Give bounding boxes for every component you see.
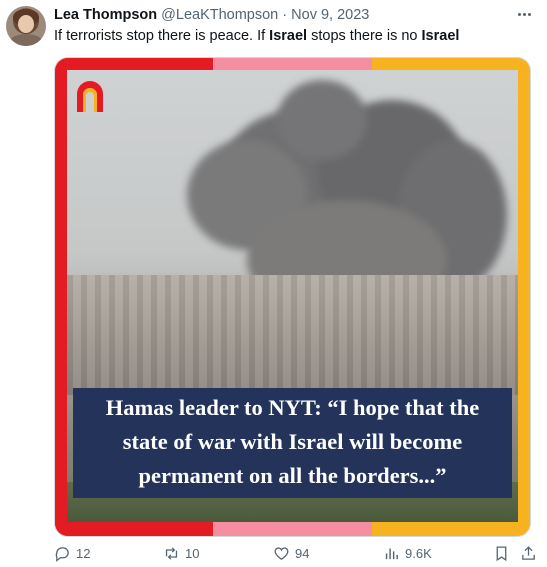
more-options-icon[interactable] [513, 4, 535, 24]
repost-icon [165, 547, 178, 560]
share-icon [522, 546, 535, 560]
tweet-actions: 12 10 94 9.6K [54, 545, 540, 567]
views-chart-icon [385, 548, 398, 560]
frame-bottom-stripe [55, 522, 530, 536]
avatar-face [18, 15, 34, 33]
tweet: Lea Thompson @LeaKThompson · Nov 9, 2023… [0, 0, 547, 567]
ruined-buildings [67, 275, 518, 395]
frame-right-stripe [518, 58, 530, 536]
n-arch-logo-icon [77, 81, 103, 112]
bookmark-icon [496, 546, 507, 562]
share-button[interactable] [520, 545, 537, 562]
author-name[interactable]: Lea Thompson [54, 7, 157, 23]
reply-count: 12 [76, 546, 91, 561]
tweet-date[interactable]: Nov 9, 2023 [291, 7, 369, 23]
bookmark-button[interactable] [493, 545, 510, 562]
like-count: 94 [295, 546, 310, 561]
tweet-text-bold1: Israel [269, 28, 308, 44]
tweet-text-part1: If terrorists stop there is peace. If [54, 28, 270, 44]
reply-icon [55, 547, 69, 562]
repost-button[interactable]: 10 [163, 545, 199, 562]
repost-count: 10 [185, 546, 200, 561]
headline-caption: Hamas leader to NYT: “I hope that the st… [73, 388, 512, 498]
heart-icon [274, 547, 289, 560]
tweet-media-image[interactable]: Hamas leader to NYT: “I hope that the st… [54, 57, 531, 537]
like-button[interactable]: 94 [273, 545, 309, 562]
author-handle[interactable]: @LeaKThompson [161, 7, 278, 23]
caption-line: permanent on all the borders...” [138, 463, 447, 488]
reply-button[interactable]: 12 [54, 545, 90, 562]
separator-dot: · [282, 7, 288, 23]
avatar[interactable] [6, 6, 46, 46]
tweet-text-bold2: Israel [421, 28, 460, 44]
tweet-header: Lea Thompson @LeaKThompson · Nov 9, 2023 [54, 6, 369, 24]
views-button[interactable]: 9.6K [383, 545, 432, 562]
caption-line: state of war with Israel will become [122, 429, 463, 454]
frame-left-stripe [55, 58, 67, 536]
avatar-shoulders [8, 34, 44, 46]
views-count: 9.6K [405, 546, 432, 561]
tweet-text: If terrorists stop there is peace. If Is… [54, 27, 459, 46]
frame-top-stripe [55, 58, 530, 70]
tweet-text-part2: stops there is no [307, 28, 422, 44]
caption-line: Hamas leader to NYT: “I hope that the [105, 395, 480, 420]
